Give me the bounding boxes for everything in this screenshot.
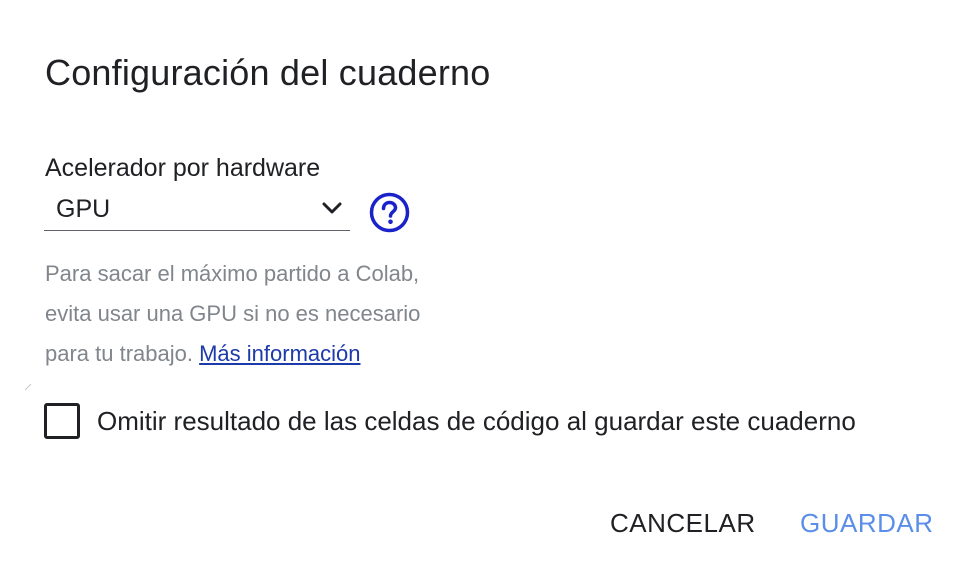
gpu-usage-notice: Para sacar el máximo partido a Colab, ev… — [45, 254, 485, 374]
hardware-accelerator-select[interactable]: GPU — [44, 191, 350, 231]
gpu-usage-notice-line-1: Para sacar el máximo partido a Colab, — [45, 261, 420, 286]
omit-output-checkbox[interactable] — [44, 403, 80, 439]
hardware-accelerator-value: GPU — [56, 195, 111, 223]
resize-handle-icon — [24, 383, 32, 391]
omit-output-label[interactable]: Omitir resultado de las celdas de código… — [97, 406, 856, 437]
cancel-button[interactable]: CANCELAR — [610, 508, 756, 539]
omit-output-option[interactable]: Omitir resultado de las celdas de código… — [44, 403, 856, 439]
help-circle-icon[interactable] — [369, 192, 410, 233]
save-button[interactable]: GUARDAR — [800, 508, 934, 539]
notebook-settings-dialog: Configuración del cuaderno Acelerador po… — [0, 0, 956, 576]
dialog-title: Configuración del cuaderno — [45, 52, 491, 93]
gpu-usage-notice-line-2: evita usar una GPU si no es necesario — [45, 301, 421, 326]
gpu-usage-notice-line-3: para tu trabajo. Más información — [45, 334, 485, 374]
gpu-usage-notice-line-3-text: para tu trabajo. — [45, 341, 193, 366]
hardware-accelerator-label: Acelerador por hardware — [45, 154, 321, 182]
chevron-down-icon — [322, 202, 342, 214]
learn-more-link[interactable]: Más información — [199, 341, 360, 366]
